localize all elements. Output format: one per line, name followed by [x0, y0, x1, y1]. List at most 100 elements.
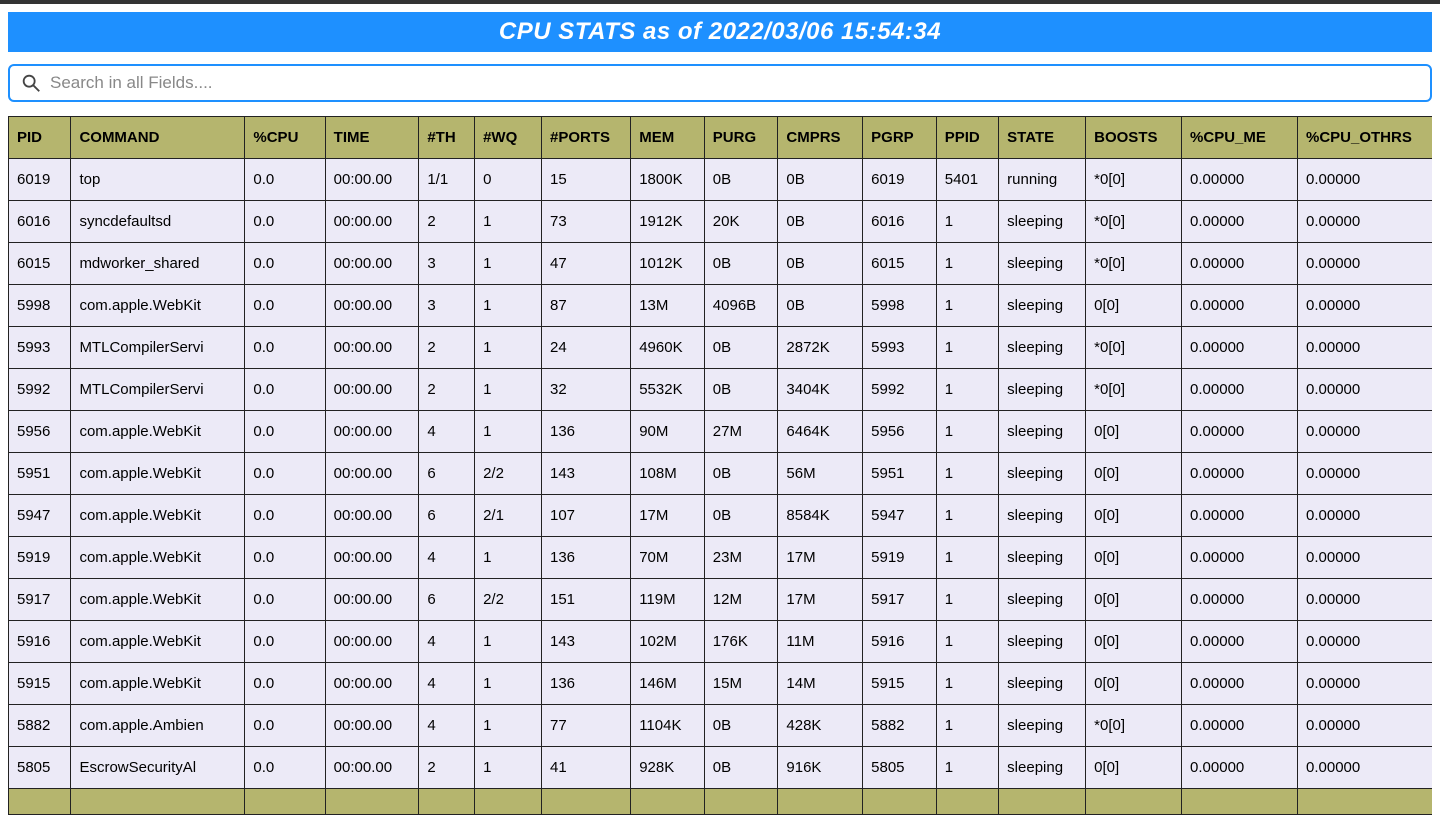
cell-time: 00:00.00: [325, 369, 419, 411]
cell-ports: 15: [542, 159, 631, 201]
cell-wq: 1: [475, 201, 542, 243]
cell-ports: 136: [542, 663, 631, 705]
cell-th: 2: [419, 369, 475, 411]
column-header[interactable]: TIME: [325, 117, 419, 159]
cell-ppid: 1: [936, 621, 998, 663]
cell-cpume: 0.00000: [1182, 579, 1298, 621]
cell-time: 00:00.00: [325, 453, 419, 495]
column-header[interactable]: %CPU_ME: [1182, 117, 1298, 159]
cell-mem: 1012K: [631, 243, 705, 285]
column-header[interactable]: MEM: [631, 117, 705, 159]
cell-cmprs: 0B: [778, 201, 863, 243]
cell-cpu: 0.0: [245, 621, 325, 663]
cell-pid: 5998: [9, 285, 71, 327]
cell-th: 1/1: [419, 159, 475, 201]
column-header[interactable]: CMPRS: [778, 117, 863, 159]
cell-cpuoth: 0.00000: [1298, 705, 1433, 747]
cell-purg: 27M: [704, 411, 778, 453]
table-row[interactable]: 5992MTLCompilerServi0.000:00.0021325532K…: [9, 369, 1433, 411]
cell-th: 4: [419, 705, 475, 747]
cell-purg: 20K: [704, 201, 778, 243]
partial-row-cell: [936, 789, 998, 815]
table-row[interactable]: 5882com.apple.Ambien0.000:00.0041771104K…: [9, 705, 1433, 747]
cell-boosts: 0[0]: [1086, 579, 1182, 621]
cell-ppid: 1: [936, 411, 998, 453]
cell-cpuoth: 0.00000: [1298, 537, 1433, 579]
table-row[interactable]: 5998com.apple.WebKit0.000:00.00318713M40…: [9, 285, 1433, 327]
cell-boosts: 0[0]: [1086, 663, 1182, 705]
cell-mem: 108M: [631, 453, 705, 495]
table-row[interactable]: 5956com.apple.WebKit0.000:00.004113690M2…: [9, 411, 1433, 453]
table-row[interactable]: 5993MTLCompilerServi0.000:00.0021244960K…: [9, 327, 1433, 369]
cell-boosts: *0[0]: [1086, 159, 1182, 201]
column-header[interactable]: %CPU: [245, 117, 325, 159]
partial-row-cell: [778, 789, 863, 815]
column-header[interactable]: PGRP: [863, 117, 937, 159]
table-row[interactable]: 6016syncdefaultsd0.000:00.0021731912K20K…: [9, 201, 1433, 243]
cell-boosts: *0[0]: [1086, 705, 1182, 747]
cell-th: 6: [419, 579, 475, 621]
cell-pgrp: 5805: [863, 747, 937, 789]
cell-mem: 5532K: [631, 369, 705, 411]
partial-row-cell: [1086, 789, 1182, 815]
cell-purg: 0B: [704, 159, 778, 201]
table-row[interactable]: 5805EscrowSecurityAl0.000:00.002141928K0…: [9, 747, 1433, 789]
column-header[interactable]: #WQ: [475, 117, 542, 159]
cell-ports: 107: [542, 495, 631, 537]
cell-cpu: 0.0: [245, 453, 325, 495]
cell-th: 2: [419, 201, 475, 243]
cell-ppid: 1: [936, 495, 998, 537]
cell-state: sleeping: [999, 369, 1086, 411]
column-header[interactable]: STATE: [999, 117, 1086, 159]
column-header[interactable]: PID: [9, 117, 71, 159]
cell-ports: 77: [542, 705, 631, 747]
column-header[interactable]: PURG: [704, 117, 778, 159]
table-header-row: PIDCOMMAND%CPUTIME#TH#WQ#PORTSMEMPURGCMP…: [9, 117, 1433, 159]
cell-time: 00:00.00: [325, 663, 419, 705]
cell-wq: 0: [475, 159, 542, 201]
table-row[interactable]: 6015mdworker_shared0.000:00.0031471012K0…: [9, 243, 1433, 285]
cell-cmprs: 14M: [778, 663, 863, 705]
table-row[interactable]: 5947com.apple.WebKit0.000:00.0062/110717…: [9, 495, 1433, 537]
cell-ppid: 1: [936, 285, 998, 327]
cell-cpuoth: 0.00000: [1298, 453, 1433, 495]
cell-cmprs: 428K: [778, 705, 863, 747]
partial-row-cell: [704, 789, 778, 815]
cell-time: 00:00.00: [325, 285, 419, 327]
cell-cpu: 0.0: [245, 579, 325, 621]
cell-purg: 0B: [704, 369, 778, 411]
cell-ports: 136: [542, 411, 631, 453]
cell-cmprs: 916K: [778, 747, 863, 789]
cell-wq: 1: [475, 327, 542, 369]
cell-time: 00:00.00: [325, 159, 419, 201]
search-input[interactable]: [50, 73, 1420, 93]
table-row[interactable]: 5916com.apple.WebKit0.000:00.0041143102M…: [9, 621, 1433, 663]
cell-state: sleeping: [999, 495, 1086, 537]
cell-cpume: 0.00000: [1182, 159, 1298, 201]
column-header[interactable]: #TH: [419, 117, 475, 159]
cell-wq: 1: [475, 747, 542, 789]
cell-cpu: 0.0: [245, 495, 325, 537]
partial-row-cell: [631, 789, 705, 815]
table-row[interactable]: 5915com.apple.WebKit0.000:00.0041136146M…: [9, 663, 1433, 705]
table-row[interactable]: 5917com.apple.WebKit0.000:00.0062/215111…: [9, 579, 1433, 621]
cell-mem: 928K: [631, 747, 705, 789]
column-header[interactable]: PPID: [936, 117, 998, 159]
cell-cmprs: 0B: [778, 159, 863, 201]
column-header[interactable]: BOOSTS: [1086, 117, 1182, 159]
cell-wq: 1: [475, 621, 542, 663]
cell-boosts: 0[0]: [1086, 411, 1182, 453]
cell-pid: 5882: [9, 705, 71, 747]
table-row[interactable]: 5919com.apple.WebKit0.000:00.004113670M2…: [9, 537, 1433, 579]
table-row[interactable]: 5951com.apple.WebKit0.000:00.0062/214310…: [9, 453, 1433, 495]
cell-boosts: 0[0]: [1086, 453, 1182, 495]
cell-boosts: *0[0]: [1086, 327, 1182, 369]
column-header[interactable]: %CPU_OTHRS: [1298, 117, 1433, 159]
cell-cpu: 0.0: [245, 369, 325, 411]
cell-command: com.apple.WebKit: [71, 453, 245, 495]
cell-command: com.apple.WebKit: [71, 663, 245, 705]
table-row[interactable]: 6019top0.000:00.001/10151800K0B0B6019540…: [9, 159, 1433, 201]
column-header[interactable]: COMMAND: [71, 117, 245, 159]
cell-purg: 0B: [704, 453, 778, 495]
column-header[interactable]: #PORTS: [542, 117, 631, 159]
